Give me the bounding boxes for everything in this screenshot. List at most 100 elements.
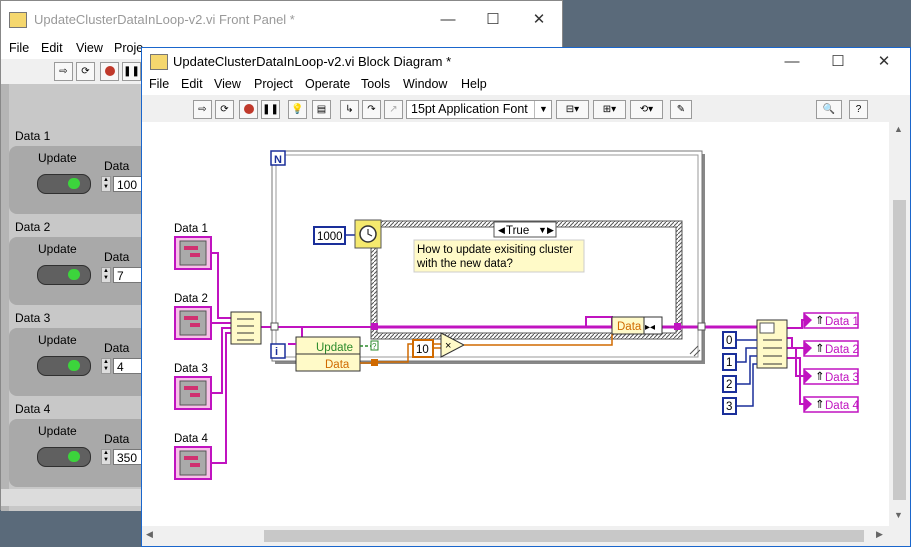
run-arrow-icon[interactable]: ⇨ [193,100,212,119]
index-constant-1-label: 1 [726,357,732,369]
menu-project[interactable]: Proje [114,41,143,55]
output-arrow-icon: ⇑ [815,399,825,411]
minimize-button[interactable]: — [425,1,471,39]
menu-file[interactable]: File [9,41,29,55]
data-label: Data [104,341,130,355]
block-diagram-vscrollbar[interactable]: ▲ ▼ [889,122,910,528]
scroll-left-icon[interactable]: ◀ [146,529,153,540]
block-diagram-titlebar[interactable]: UpdateClusterDataInLoop-v2.vi Block Diag… [142,48,910,75]
menu-view[interactable]: View [214,77,241,91]
dropdown-arrow-icon: ▼ [534,101,552,118]
output-terminal-data-4[interactable]: ⇑ Data 4 [803,396,859,413]
run-continuously-icon[interactable]: ⟳ [215,100,234,119]
unbundle-by-name-node[interactable]: Update Data [288,336,361,372]
comment-line-1: How to update exisiting cluster [417,244,573,256]
output-terminal-data-2[interactable]: ⇑ Data 2 [803,340,859,357]
update-led-button[interactable] [37,447,91,467]
wait-constant[interactable]: 1000 [317,231,343,243]
close-button[interactable]: ✕ [516,1,562,39]
index-constant-2-label: 2 [726,379,732,391]
case-input-tunnel [371,323,378,330]
update-led-button[interactable] [37,174,91,194]
output-terminal-data-1[interactable]: ⇑ Data 1 [803,312,859,329]
abort-icon[interactable] [239,100,258,119]
unbundle-field-update: Update [316,342,353,354]
menu-project[interactable]: Project [254,77,293,91]
loop-count-terminal[interactable]: N [274,154,282,166]
menu-tools[interactable]: Tools [361,77,390,91]
output-label-data-4: Data 4 [825,400,859,412]
input-label-data-1: Data 1 [174,223,208,235]
search-icon[interactable]: 🔍 [816,100,842,119]
step-into-icon[interactable]: ↳ [340,100,359,119]
menu-file[interactable]: File [149,77,169,91]
input-terminal-data-2[interactable]: Data 2 [174,293,212,340]
step-out-icon[interactable]: ↗ [384,100,403,119]
menu-help[interactable]: Help [461,77,487,91]
font-selector-label: 15pt Application Font [411,102,528,116]
update-led-button[interactable] [37,265,91,285]
vscroll-thumb[interactable] [893,200,906,500]
diagram-svg: N i ◀ True ▼ ▶ How to update exisiting c… [174,150,859,480]
update-led-button[interactable] [37,356,91,376]
index-array-node[interactable] [756,319,788,369]
abort-icon[interactable] [100,62,119,81]
scroll-down-icon[interactable]: ▼ [894,510,903,520]
bundle-by-name-node[interactable]: Data ▸◂ [611,316,663,335]
comment-line-2: with the new data? [416,258,513,270]
cluster-data-4: Update Data ▲ ▼ 350 [9,419,151,487]
front-panel-hscrollbar[interactable] [1,489,144,506]
front-panel-titlebar[interactable]: UpdateClusterDataInLoop-v2.vi Front Pane… [1,1,562,39]
case-selector-label[interactable]: True [506,225,529,237]
retain-wire-values-icon[interactable]: ▤ [312,100,331,119]
highlight-execution-icon[interactable]: 💡 [288,100,307,119]
input-terminal-data-3[interactable]: Data 3 [174,363,212,410]
align-objects-icon[interactable]: ⊟▾ [556,100,589,119]
case-next-arrow-icon: ▼ [538,225,547,235]
input-terminal-data-1[interactable]: Data 1 [174,223,212,270]
block-diagram-hscrollbar[interactable]: ◀ ▶ [142,526,889,546]
font-selector[interactable]: 15pt Application Font ▼ [406,100,552,119]
hscroll-thumb[interactable] [264,530,864,542]
increment-decrement-icon[interactable]: ▲ ▼ [101,267,111,283]
run-continuously-icon[interactable]: ⟳ [76,62,95,81]
menu-view[interactable]: View [76,41,103,55]
output-arrow-icon: ⇑ [815,371,825,383]
step-over-icon[interactable]: ↷ [362,100,381,119]
scroll-up-icon[interactable]: ▲ [894,124,903,134]
pause-icon[interactable]: ❚❚ [122,62,141,81]
bundle-node-left[interactable] [230,311,262,345]
minimize-button[interactable]: — [769,48,815,75]
maximize-button[interactable]: ☐ [815,48,861,75]
maximize-button[interactable]: ☐ [470,1,516,39]
run-arrow-icon[interactable]: ⇨ [54,62,73,81]
reorder-icon[interactable]: ⟲▾ [630,100,663,119]
multiply-constant[interactable]: 10 [416,344,429,356]
input-terminal-data-4[interactable]: Data 4 [174,433,212,480]
case-prev-arrow-icon[interactable]: ◀ [498,225,505,235]
menu-edit[interactable]: Edit [41,41,63,55]
clean-up-diagram-icon[interactable]: ✎ [670,100,692,119]
case-next-arrow-icon[interactable]: ▶ [547,225,554,235]
close-button[interactable]: ✕ [861,48,907,75]
increment-decrement-icon[interactable]: ▲ ▼ [101,358,111,374]
block-diagram-canvas: N i ◀ True ▼ ▶ How to update exisiting c… [142,122,889,528]
output-terminal-data-3[interactable]: ⇑ Data 3 [803,368,859,385]
distribute-objects-icon[interactable]: ⊞▾ [593,100,626,119]
help-icon[interactable]: ? [849,100,868,119]
pause-icon[interactable]: ❚❚ [261,100,280,119]
menu-edit[interactable]: Edit [181,77,203,91]
block-diagram-window: UpdateClusterDataInLoop-v2.vi Block Diag… [141,47,911,547]
scroll-right-icon[interactable]: ▶ [876,529,883,540]
menu-operate[interactable]: Operate [305,77,350,91]
menu-window[interactable]: Window [403,77,447,91]
output-terminals: ⇑ Data 1 ⇑ Data 2 ⇑ Data 3 ⇑ Data 4 [803,312,859,413]
increment-decrement-icon[interactable]: ▲ ▼ [101,449,111,465]
cluster-data-2: Update Data ▲ ▼ 7 [9,237,151,305]
block-diagram-toolbar: ⇨ ⟳ ❚❚ 💡 ▤ ↳ ↷ ↗ 15pt Application Font ▼… [142,96,910,162]
cluster-label-data-4: Data 4 [15,402,51,416]
data-label: Data [104,432,130,446]
input-label-data-2: Data 2 [174,293,208,305]
input-label-data-4: Data 4 [174,433,208,445]
increment-decrement-icon[interactable]: ▲ ▼ [101,176,111,192]
